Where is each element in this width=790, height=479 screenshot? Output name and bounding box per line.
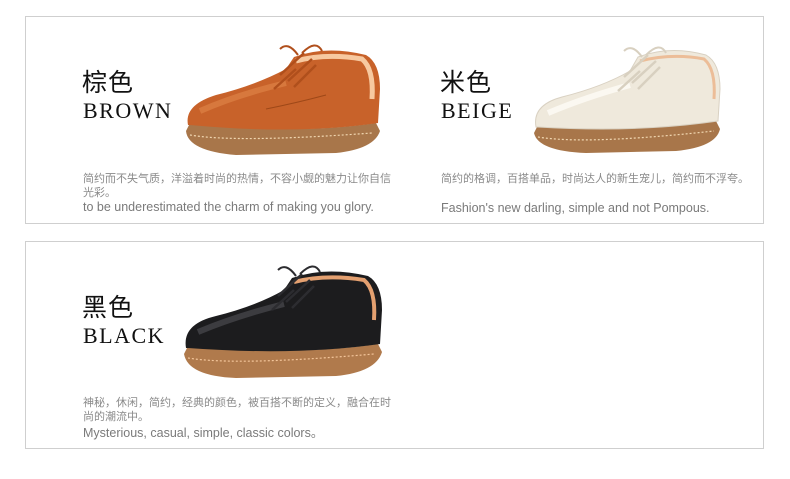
color-title-en: BROWN: [83, 98, 173, 123]
black-shoe-image: [184, 265, 382, 378]
color-title-en: BEIGE: [441, 98, 514, 123]
product-panel-bottom: 黑色 BLACK 神秘，休闲，简约，经典的颜色，被百搭不断的定义，融合在时尚的潮…: [25, 241, 764, 449]
color-title-cn: 米色: [440, 68, 493, 97]
variant-brown: 棕色 BROWN 简约而不失气质，洋溢着时尚的热情，不容小觑的魅力让你自信光彩。…: [26, 17, 396, 225]
product-panel-top: 棕色 BROWN 简约而不失气质，洋溢着时尚的热情，不容小觑的魅力让你自信光彩。…: [25, 16, 764, 224]
beige-shoe-image: [534, 46, 721, 153]
color-title-cn: 棕色: [82, 68, 135, 97]
color-title-cn: 黑色: [82, 293, 135, 322]
brown-shoe-image: [186, 44, 380, 155]
variant-black: 黑色 BLACK 神秘，休闲，简约，经典的颜色，被百搭不断的定义，融合在时尚的潮…: [26, 242, 396, 450]
description-en: Fashion's new darling, simple and not Po…: [441, 201, 710, 215]
description-cn: 简约而不失气质，洋溢着时尚的热情，不容小觑的魅力让你自信光彩。: [83, 172, 391, 199]
description-cn: 简约的格调，百搭单品，时尚达人的新生宠儿，简约而不浮夸。: [441, 172, 749, 185]
color-title-en: BLACK: [83, 323, 166, 348]
variant-beige: 米色 BEIGE 简约的格调，百搭单品，时尚达人的新生宠儿，简约而不浮夸。 Fa…: [396, 17, 765, 225]
description-cn: 神秘，休闲，简约，经典的颜色，被百搭不断的定义，融合在时尚的潮流中。: [83, 396, 391, 423]
description-en: Mysterious, casual, simple, classic colo…: [83, 426, 324, 440]
description-en: to be underestimated the charm of making…: [83, 200, 374, 214]
